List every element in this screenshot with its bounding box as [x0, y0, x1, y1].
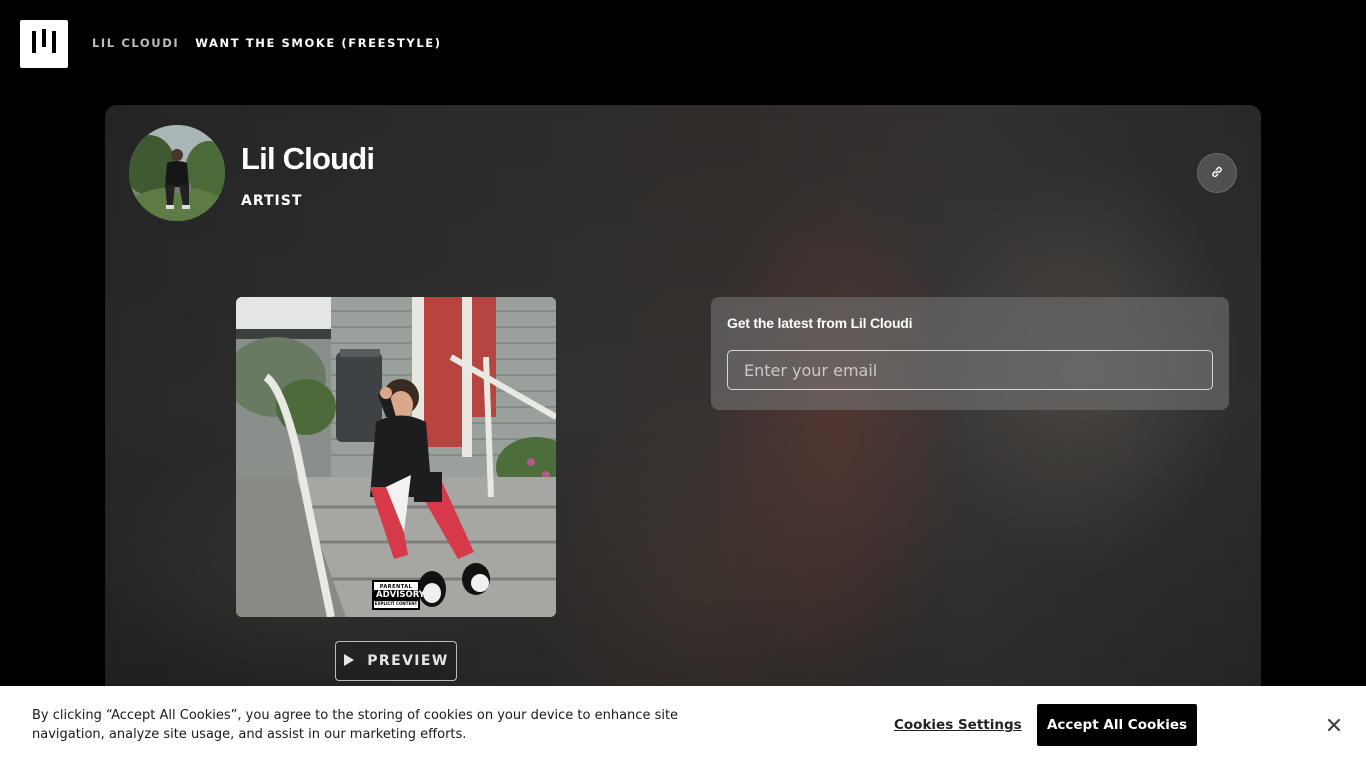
preview-button[interactable]: PREVIEW [335, 641, 457, 681]
cookie-banner: By clicking “Accept All Cookies”, you ag… [0, 686, 1366, 768]
signup-title: Get the latest from Lil Cloudi [727, 315, 913, 331]
cookie-consent-text: By clicking “Accept All Cookies”, you ag… [32, 708, 679, 742]
album-cover: PARENTAL ADVISORY EXPLICIT CONTENT [236, 297, 556, 617]
parental-advisory-label: PARENTAL ADVISORY EXPLICIT CONTENT [372, 580, 425, 610]
avatar[interactable] [129, 125, 225, 221]
site-logo[interactable] [20, 20, 68, 68]
release-card: Lil Cloudi ARTIST PARENTAL ADVISORY EXPL… [105, 105, 1261, 705]
bars-logo-icon [32, 29, 56, 59]
cookies-settings-link[interactable]: Cookies Settings [894, 717, 1022, 733]
breadcrumb-artist-link[interactable]: LIL CLOUDI [92, 36, 179, 50]
artist-role-label: ARTIST [241, 193, 303, 209]
cookie-close-button[interactable] [1323, 715, 1345, 737]
email-signup-panel: Get the latest from Lil Cloudi [711, 297, 1229, 410]
artist-name: Lil Cloudi [241, 141, 375, 176]
preview-label: PREVIEW [367, 653, 449, 669]
copy-link-button[interactable] [1197, 153, 1237, 193]
email-field[interactable] [727, 350, 1213, 390]
breadcrumb-track-title: WANT THE SMOKE (FREESTYLE) [195, 36, 442, 50]
link-icon [1210, 164, 1224, 183]
accept-all-cookies-button[interactable]: Accept All Cookies [1037, 704, 1197, 746]
top-bar: LIL CLOUDI WANT THE SMOKE (FREESTYLE) [0, 0, 1366, 86]
close-icon [1327, 717, 1341, 736]
breadcrumb: LIL CLOUDI WANT THE SMOKE (FREESTYLE) [92, 36, 442, 50]
play-icon [343, 652, 355, 671]
